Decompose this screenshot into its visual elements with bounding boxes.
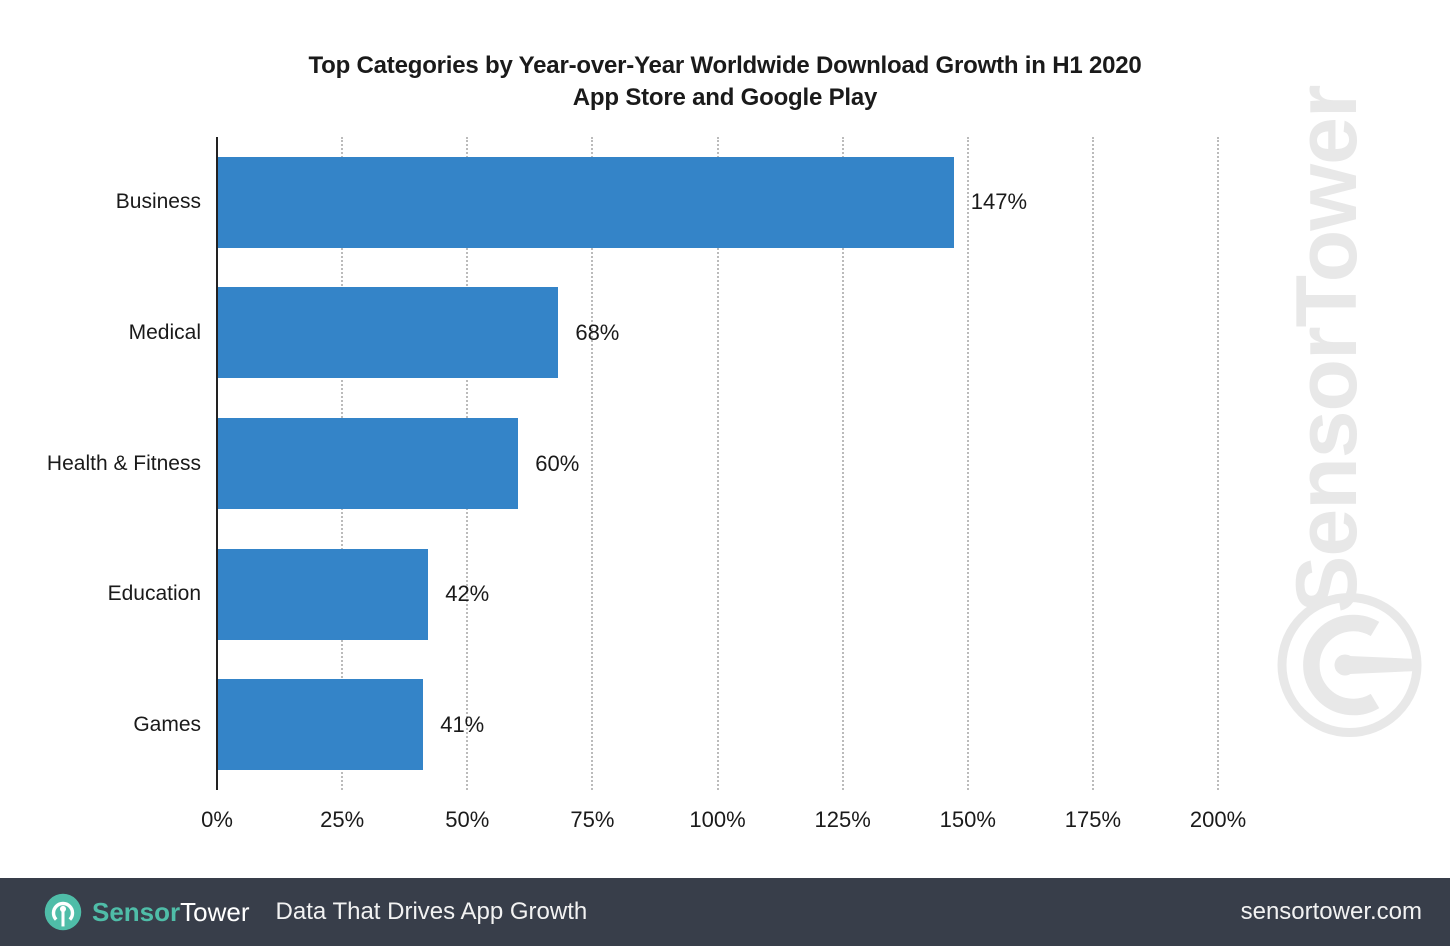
bar-value-label: 41% (440, 711, 485, 737)
gridline (1091, 137, 1094, 790)
category-label: Health & Fitness (46, 451, 201, 475)
bar-value-label: 68% (575, 319, 620, 345)
gridline (966, 137, 969, 790)
footer-logo-group: SensorTower (44, 893, 250, 931)
bar-value-label: 147% (970, 189, 1028, 215)
bar (218, 679, 424, 771)
chart-card: SensorTower Top Categories by Year-over-… (0, 0, 1450, 875)
footer-url[interactable]: sensortower.com (1241, 898, 1422, 926)
chart-title: Top Categories by Year-over-Year Worldwi… (0, 50, 1450, 114)
x-tick-label: 150% (939, 807, 996, 832)
x-tick-label: 200% (1189, 807, 1247, 832)
x-tick-label: 50% (445, 807, 490, 832)
category-label: Games (133, 712, 201, 736)
x-tick-label: 75% (570, 807, 615, 832)
x-tick-label: 175% (1064, 807, 1122, 832)
x-tick-label: 100% (689, 807, 746, 832)
chart-title-line1: Top Categories by Year-over-Year Worldwi… (308, 52, 1142, 79)
bar (218, 156, 954, 248)
footer-bar: SensorTower Data That Drives App Growth … (0, 878, 1450, 946)
x-tick-label: 125% (814, 807, 871, 832)
category-label: Education (107, 582, 201, 606)
bar-value-label: 42% (445, 581, 490, 607)
bar-value-label: 60% (535, 450, 580, 476)
category-label: Medical (128, 320, 201, 344)
footer-brand-sensor: Sensor (92, 897, 181, 927)
footer-tagline: Data That Drives App Growth (275, 898, 588, 925)
category-label: Business (115, 190, 201, 214)
gridline (1217, 137, 1219, 790)
bar (218, 287, 559, 379)
footer-brand-tower: Tower (180, 897, 250, 927)
footer-brand: SensorTower (92, 898, 250, 926)
plot-area: 147% 68% 60% 42% 41% Business Medical Health &… (0, 0, 1450, 875)
x-tick-label: 25% (320, 807, 365, 832)
bar (218, 548, 429, 640)
sensor-tower-signal-icon (44, 893, 82, 931)
bar (218, 418, 519, 509)
x-tick-label: 0% (201, 807, 233, 832)
chart-title-line2: App Store and Google Play (572, 84, 878, 111)
